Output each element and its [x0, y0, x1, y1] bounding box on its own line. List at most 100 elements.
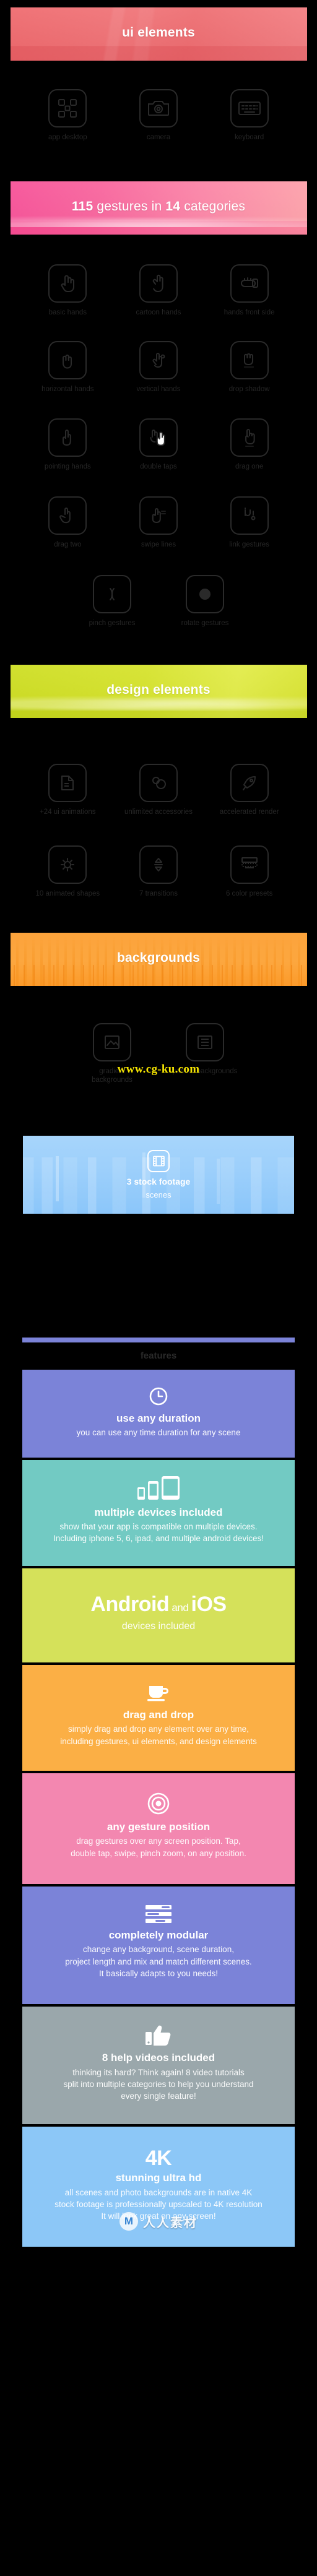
feature-title: use any duration — [116, 1412, 201, 1424]
design-element-label: accelerated render — [219, 808, 279, 816]
features-divider-rule-top — [22, 1337, 295, 1342]
cartoon-hand-icon — [139, 264, 178, 303]
gesture-label: drop shadow — [228, 385, 270, 393]
feature-body: drag gestures over any screen position. … — [71, 1836, 246, 1858]
features-divider-label: features — [140, 1350, 177, 1361]
gesture-drop-shadow[interactable]: drop shadow — [204, 340, 295, 394]
gesture-basic-hands[interactable]: basic hands — [22, 264, 113, 317]
feature-title: stunning ultra hd — [115, 2172, 202, 2184]
ui-elements-grid: app desktop camera keyboard — [22, 89, 295, 142]
gestures-grid-row-4: drag two swipe lines link gestures — [22, 496, 295, 549]
design-element-transitions[interactable]: 7 transitions — [113, 845, 204, 898]
drag-one-icon — [230, 418, 269, 457]
design-element-accelerated-render[interactable]: accelerated render — [204, 764, 295, 816]
drag-two-icon — [48, 496, 87, 535]
feature-card-android-ios[interactable]: Android and iOS devices included — [22, 1568, 295, 1662]
devices-icon — [31, 1476, 286, 1501]
gesture-label: vertical hands — [136, 385, 181, 393]
feature-card-any-gesture-position[interactable]: any gesture position drag gestures over … — [22, 1773, 295, 1884]
feature-title: drag and drop — [123, 1708, 194, 1721]
film-strip-icon — [147, 1149, 170, 1172]
pinch-gesture-icon — [93, 574, 131, 613]
banner-title-backgrounds: backgrounds — [116, 951, 201, 966]
design-element-animated-shapes[interactable]: 10 animated shapes — [22, 845, 113, 898]
design-element-label: 10 animated shapes — [35, 889, 100, 897]
gesture-hands-front-side[interactable]: hands front side — [204, 264, 295, 317]
app-desktop-icon — [48, 89, 87, 128]
gesture-swipe-lines[interactable]: swipe lines — [113, 496, 204, 549]
background-gradient[interactable]: gradient backgrounds — [66, 1023, 158, 1085]
target-icon — [31, 1792, 286, 1815]
gesture-label: pinch gestures — [89, 619, 136, 627]
feature-title: multiple devices included — [94, 1506, 223, 1518]
cup-icon — [31, 1683, 286, 1703]
rotate-gesture-icon — [186, 574, 224, 613]
gesture-label: pointing hands — [44, 463, 91, 471]
gesture-vertical-hands[interactable]: vertical hands — [113, 340, 204, 394]
gesture-horizontal-hands[interactable]: horizontal hands — [22, 340, 113, 394]
keyboard-icon — [230, 89, 269, 128]
ui-animations-icon — [48, 764, 87, 803]
feature-title: completely modular — [108, 1929, 209, 1941]
gestures-end-text: categories — [180, 199, 246, 214]
feature-card-4k-ultra-hd[interactable]: 4K stunning ultra hd all scenes and phot… — [22, 2127, 295, 2247]
gesture-label: hands front side — [224, 309, 275, 317]
gesture-label: drag one — [235, 463, 264, 471]
feature-body: show that your app is compatible on mult… — [53, 1522, 264, 1544]
ui-element-camera[interactable]: camera — [113, 89, 204, 142]
drop-shadow-icon — [230, 340, 269, 379]
banner-ui-elements: ui elements — [10, 7, 307, 61]
gesture-label: rotate gestures — [181, 619, 229, 627]
gesture-label: basic hands — [48, 309, 87, 317]
gesture-cartoon-hands[interactable]: cartoon hands — [113, 264, 204, 317]
gesture-label: double taps — [140, 463, 177, 471]
gesture-label: drag two — [54, 540, 82, 548]
feature-body: you can use any time duration for any sc… — [76, 1428, 241, 1438]
design-element-color-presets[interactable]: 6 color presets — [204, 845, 295, 898]
gesture-double-taps[interactable]: double taps — [113, 418, 204, 471]
feature-card-help-videos[interactable]: 8 help videos included thinking its hard… — [22, 2006, 295, 2125]
gesture-drag-one[interactable]: drag one — [204, 418, 295, 471]
gestures-grid-row-3: pointing hands double taps drag one — [22, 418, 295, 471]
pointing-hand-icon — [48, 418, 87, 457]
gesture-link-gestures[interactable]: link gestures — [204, 496, 295, 549]
gestures-grid-row-2: horizontal hands vertical hands drop sha… — [22, 340, 295, 394]
background-pattern[interactable]: pattern backgrounds — [158, 1023, 251, 1085]
feature-card-use-any-duration[interactable]: use any duration you can use any time du… — [22, 1369, 295, 1458]
ui-element-keyboard[interactable]: keyboard — [204, 89, 295, 142]
design-element-label: 6 color presets — [225, 889, 273, 897]
horizontal-hand-icon — [48, 340, 87, 379]
gesture-rotate-gestures[interactable]: rotate gestures — [158, 574, 251, 628]
design-element-label: unlimited accessories — [124, 808, 193, 816]
animated-shapes-icon — [48, 845, 87, 884]
feature-body: thinking its hard? Think again! 8 video … — [63, 2067, 254, 2101]
design-element-accessories[interactable]: unlimited accessories — [113, 764, 204, 816]
hand-front-side-icon — [230, 264, 269, 303]
feature-cards: use any duration you can use any time du… — [22, 1369, 295, 2247]
background-label: gradient backgrounds — [92, 1068, 132, 1084]
android-label: Android — [90, 1592, 170, 1616]
ui-element-label: camera — [146, 134, 171, 141]
feature-body: all scenes and photo backgrounds are in … — [54, 2187, 263, 2221]
banner-title-design-elements: design elements — [106, 683, 211, 698]
design-element-ui-animations[interactable]: +24 ui animations — [22, 764, 113, 816]
gesture-pointing-hands[interactable]: pointing hands — [22, 418, 113, 471]
feature-card-multiple-devices[interactable]: multiple devices included show that your… — [22, 1459, 295, 1566]
gestures-categories-count: 14 — [165, 199, 181, 214]
banner-gestures: 115 gestures in 14 categories — [10, 181, 307, 235]
design-element-label: +24 ui animations — [40, 808, 96, 816]
design-element-label: 7 transitions — [139, 889, 178, 897]
gesture-drag-two[interactable]: drag two — [22, 496, 113, 549]
ios-label: iOS — [191, 1592, 227, 1616]
ui-element-label: app desktop — [48, 134, 87, 141]
ui-element-app-desktop[interactable]: app desktop — [22, 89, 113, 142]
ui-element-label: keyboard — [235, 134, 264, 141]
feature-card-completely-modular[interactable]: completely modular change any background… — [22, 1886, 295, 2004]
feature-body: devices included — [121, 1620, 196, 1632]
gesture-pinch-gestures[interactable]: pinch gestures — [66, 574, 158, 628]
feature-body: change any background, scene duration, p… — [65, 1945, 252, 1978]
banner-backgrounds: backgrounds — [10, 933, 307, 986]
color-presets-icon — [230, 845, 269, 884]
gesture-label: horizontal hands — [41, 385, 94, 393]
feature-card-drag-and-drop[interactable]: drag and drop simply drag and drop any e… — [22, 1664, 295, 1771]
